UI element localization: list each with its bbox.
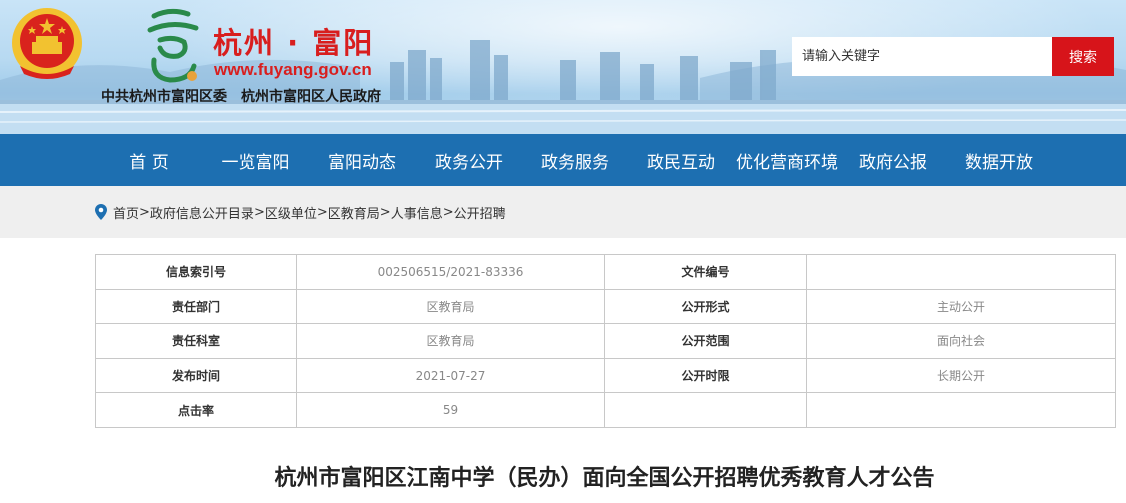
breadcrumb: 首页 > 政府信息公开目录 > 区级单位 > 区教育局 > 人事信息 > 公开招…: [0, 186, 1126, 238]
org-primary: 中共杭州市富阳区委: [101, 89, 227, 105]
breadcrumb-separator: >: [139, 204, 150, 220]
table-row: 发布时间 2021-07-27 公开时限 长期公开: [95, 357, 1116, 394]
nav-item-open-data[interactable]: 数据开放: [946, 134, 1052, 186]
label-disclosure-scope: 公开范围: [604, 323, 807, 359]
breadcrumb-separator: >: [442, 204, 454, 220]
breadcrumb-personnel-info[interactable]: 人事信息: [391, 203, 443, 222]
info-metadata-table: 信息索引号 002506515/2021-83336 文件编号 责任部门 区教育…: [95, 254, 1116, 428]
search-input[interactable]: [792, 37, 1052, 76]
table-row: 点击率 59: [95, 392, 1116, 428]
header-banner: 杭州 · 富阳 www.fuyang.gov.cn 中共杭州市富阳区委 杭州市富阳…: [0, 0, 1126, 134]
nav-item-home[interactable]: 首 页: [95, 134, 203, 186]
value-disclosure-period: 长期公开: [806, 357, 1116, 394]
label-index-number: 信息索引号: [95, 254, 297, 290]
value-index-number: 002506515/2021-83336: [296, 254, 605, 290]
search-box: 搜索: [792, 37, 1114, 76]
nav-item-gov-service[interactable]: 政务服务: [522, 134, 628, 186]
breadcrumb-district-units[interactable]: 区级单位: [265, 203, 317, 222]
nav-item-overview[interactable]: 一览富阳: [203, 134, 308, 186]
value-department: 区教育局: [296, 288, 605, 325]
label-disclosure-form: 公开形式: [604, 288, 807, 325]
table-empty-cell: [806, 392, 1116, 428]
breadcrumb-info-directory[interactable]: 政府信息公开目录: [150, 203, 254, 222]
table-row: 责任部门 区教育局 公开形式 主动公开: [95, 288, 1116, 325]
article-title: 杭州市富阳区江南中学（民办）面向全国公开招聘优秀教育人才公告: [274, 466, 935, 491]
org-secondary: 杭州市富阳区人民政府: [241, 89, 381, 105]
main-nav: 首 页 一览富阳 富阳动态 政务公开 政务服务 政民互动 优化营商环境 政府公报…: [0, 134, 1126, 186]
table-empty-cell: [604, 392, 807, 428]
value-disclosure-scope: 面向社会: [806, 323, 1116, 359]
national-emblem-icon: [12, 8, 82, 79]
label-click-count: 点击率: [95, 392, 297, 428]
site-url[interactable]: www.fuyang.gov.cn: [214, 60, 372, 80]
fuyang-logo-icon: [147, 8, 199, 83]
nav-item-interaction[interactable]: 政民互动: [628, 134, 734, 186]
value-click-count: 59: [296, 392, 605, 428]
organization-names: 中共杭州市富阳区委 杭州市富阳区人民政府: [101, 86, 381, 106]
label-department: 责任部门: [95, 288, 297, 325]
breadcrumb-education-bureau[interactable]: 区教育局: [328, 203, 380, 222]
nav-item-gazette[interactable]: 政府公报: [840, 134, 946, 186]
breadcrumb-recruitment[interactable]: 公开招聘: [454, 203, 506, 222]
nav-item-business-env[interactable]: 优化营商环境: [734, 134, 840, 186]
value-document-number: [806, 254, 1116, 290]
label-publish-date: 发布时间: [95, 357, 297, 394]
location-pin-icon: [95, 204, 107, 220]
value-publish-date: 2021-07-27: [296, 357, 605, 394]
site-name: 杭州 · 富阳: [213, 26, 375, 60]
label-document-number: 文件编号: [604, 254, 807, 290]
breadcrumb-home[interactable]: 首页: [113, 203, 139, 222]
label-disclosure-period: 公开时限: [604, 357, 807, 394]
breadcrumb-separator: >: [379, 204, 391, 220]
table-row: 信息索引号 002506515/2021-83336 文件编号: [95, 254, 1116, 290]
nav-item-news[interactable]: 富阳动态: [308, 134, 416, 186]
breadcrumb-separator: >: [253, 204, 265, 220]
value-section: 区教育局: [296, 323, 605, 359]
value-disclosure-form: 主动公开: [806, 288, 1116, 325]
label-section: 责任科室: [95, 323, 297, 359]
table-row: 责任科室 区教育局 公开范围 面向社会: [95, 323, 1116, 359]
search-button[interactable]: 搜索: [1052, 37, 1114, 76]
breadcrumb-separator: >: [316, 204, 328, 220]
nav-item-gov-info[interactable]: 政务公开: [416, 134, 522, 186]
